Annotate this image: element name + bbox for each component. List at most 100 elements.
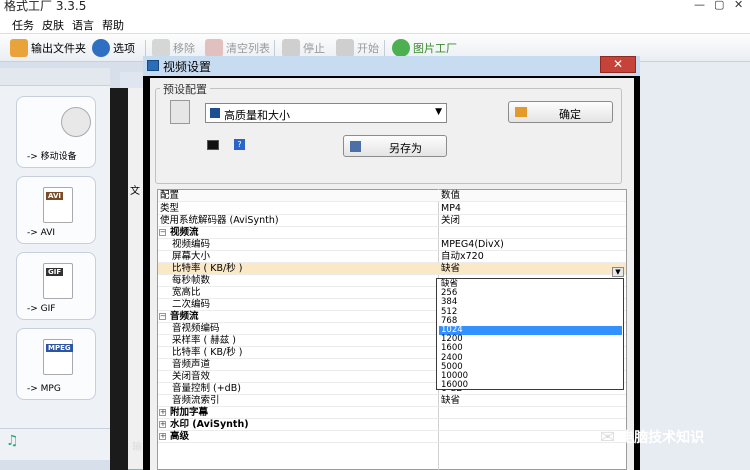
dialog-close-button[interactable]: ✕ [600, 56, 636, 73]
bitrate-option[interactable]: 缺省 [439, 279, 622, 289]
ok-button[interactable]: 确定 [508, 101, 613, 123]
sidebar-footer: ♫ [0, 428, 110, 458]
grid-group-row[interactable]: − 视频流 [158, 227, 626, 239]
grid-row[interactable]: 比特率 ( KB/秒 ) 缺省 [158, 263, 626, 275]
app-titlebar: 格式工厂 3.3.5 — ▢ ✕ [0, 0, 750, 14]
image-factory-button[interactable]: 图片工厂 [392, 38, 457, 58]
grid-group-row[interactable]: + 水印 (AviSynth) [158, 419, 626, 431]
save-as-label: 另存为 [389, 142, 422, 155]
expand-icon[interactable]: + [159, 433, 166, 440]
grid-row-key: 比特率 ( KB/秒 ) [172, 347, 243, 358]
bitrate-option[interactable]: 256 [439, 289, 622, 298]
help-icon[interactable]: ? [234, 139, 245, 150]
arrow-right-icon [515, 107, 527, 117]
category-label: -> GIF [27, 304, 56, 314]
bitrate-option[interactable]: 16000 [439, 381, 622, 390]
menu-task[interactable]: 任务 [12, 17, 34, 33]
file-badge: GIF [46, 268, 64, 276]
remove-button[interactable]: 移除 [152, 38, 195, 58]
grid-row-value: MP4 [441, 203, 461, 214]
category-avi[interactable]: AVI -> AVI [16, 176, 96, 244]
background-bottom-label: 输 [132, 442, 142, 453]
grid-row[interactable]: 使用系统解码器 (AviSynth) 关闭 [158, 215, 626, 227]
grid-header-key: 配置 [160, 190, 180, 201]
cmd-icon[interactable] [207, 140, 219, 150]
remove-label: 移除 [173, 42, 195, 55]
gear-icon [92, 39, 110, 57]
image-factory-label: 图片工厂 [413, 42, 457, 55]
options-label: 选项 [113, 42, 135, 55]
save-icon [210, 108, 220, 118]
bitrate-option[interactable]: 1600 [439, 344, 622, 353]
file-badge: AVI [46, 192, 63, 200]
start-icon [336, 39, 354, 57]
grid-row-value: 自动x720 [441, 251, 484, 262]
output-folder-button[interactable]: 输出文件夹 [10, 38, 86, 58]
grid-row-key: 视频流 [170, 227, 199, 238]
minimize-button[interactable]: — [694, 0, 705, 11]
bitrate-option[interactable]: 512 [439, 307, 622, 317]
grid-row[interactable]: 视频编码 MPEG4(DivX) [158, 239, 626, 251]
options-button[interactable]: 选项 [92, 38, 135, 58]
grid-row[interactable]: 音频流索引 缺省 [158, 395, 626, 407]
ok-label: 确定 [559, 108, 581, 121]
grid-row-key: 水印 (AviSynth) [170, 419, 249, 430]
collapse-icon[interactable]: − [159, 313, 166, 320]
category-label: -> 移动设备 [27, 152, 77, 162]
collapse-icon[interactable]: − [159, 229, 166, 236]
start-label: 开始 [357, 42, 379, 55]
maximize-button[interactable]: ▢ [714, 0, 724, 11]
app-title: 格式工厂 3.3.5 [4, 0, 87, 13]
grid-row[interactable]: 屏幕大小 自动x720 [158, 251, 626, 263]
output-folder-label: 输出文件夹 [31, 42, 86, 55]
bitrate-option[interactable]: 768 [439, 316, 622, 326]
category-mpg[interactable]: MPEG -> MPG [16, 328, 96, 400]
watermark: ✉ 电脑技术知识 [600, 424, 704, 450]
remove-icon [152, 39, 170, 57]
grid-row-key: 类型 [160, 203, 180, 214]
stop-label: 停止 [303, 42, 325, 55]
close-app-button[interactable]: ✕ [734, 0, 743, 11]
grid-header-value: 数值 [441, 190, 461, 201]
preset-value: 高质量和大小 [224, 109, 290, 122]
toolbar-divider [145, 40, 146, 56]
grid-row-key: 宽高比 [172, 287, 201, 298]
clear-icon [205, 39, 223, 57]
grid-group-row[interactable]: + 高级 [158, 431, 626, 443]
grid-row-key: 音视频编码 [172, 323, 220, 334]
bitrate-option[interactable]: 2400 [439, 353, 622, 363]
preset-select[interactable]: 高质量和大小 ▼ [205, 103, 447, 123]
menu-language[interactable]: 语言 [72, 17, 94, 33]
start-button[interactable]: 开始 [336, 38, 379, 58]
category-mobile[interactable]: -> 移动设备 [16, 96, 96, 168]
bitrate-dropdown-button[interactable]: ▼ [612, 267, 624, 277]
grid-row-key: 屏幕大小 [172, 251, 211, 262]
window-controls: — ▢ ✕ [690, 0, 750, 14]
bitrate-option[interactable]: 384 [439, 298, 622, 307]
clear-list-button[interactable]: 清空列表 [205, 38, 270, 58]
grid-row-key: 高级 [170, 431, 190, 442]
grid-row-value: MPEG4(DivX) [441, 239, 504, 250]
grid-row-value: 缺省 [441, 263, 461, 274]
menu-help[interactable]: 帮助 [102, 17, 124, 33]
music-icon: ♫ [6, 433, 19, 449]
grid-row-value: 缺省 [441, 395, 461, 406]
wechat-icon: ✉ [600, 426, 616, 448]
file-badge: MPEG [46, 344, 73, 352]
grid-row-key: 音量控制 (+dB) [172, 383, 241, 394]
bitrate-option[interactable]: 1024 [439, 325, 622, 336]
save-as-button[interactable]: 另存为 [343, 135, 447, 157]
expand-icon[interactable]: + [159, 421, 166, 428]
category-gif[interactable]: GIF -> GIF [16, 252, 96, 320]
stop-button[interactable]: 停止 [282, 38, 325, 58]
mp4-file-icon [170, 100, 190, 124]
expand-icon[interactable]: + [159, 409, 166, 416]
bitrate-option[interactable]: 1200 [439, 335, 622, 344]
grid-row-key: 音频流索引 [172, 395, 220, 406]
menu-skin[interactable]: 皮肤 [42, 17, 64, 33]
background-column-label: 文 [130, 186, 140, 197]
mpeg-file-icon: MPEG [43, 339, 73, 375]
grid-group-row[interactable]: + 附加字幕 [158, 407, 626, 419]
grid-row[interactable]: 类型 MP4 [158, 203, 626, 215]
save-icon [350, 141, 361, 152]
